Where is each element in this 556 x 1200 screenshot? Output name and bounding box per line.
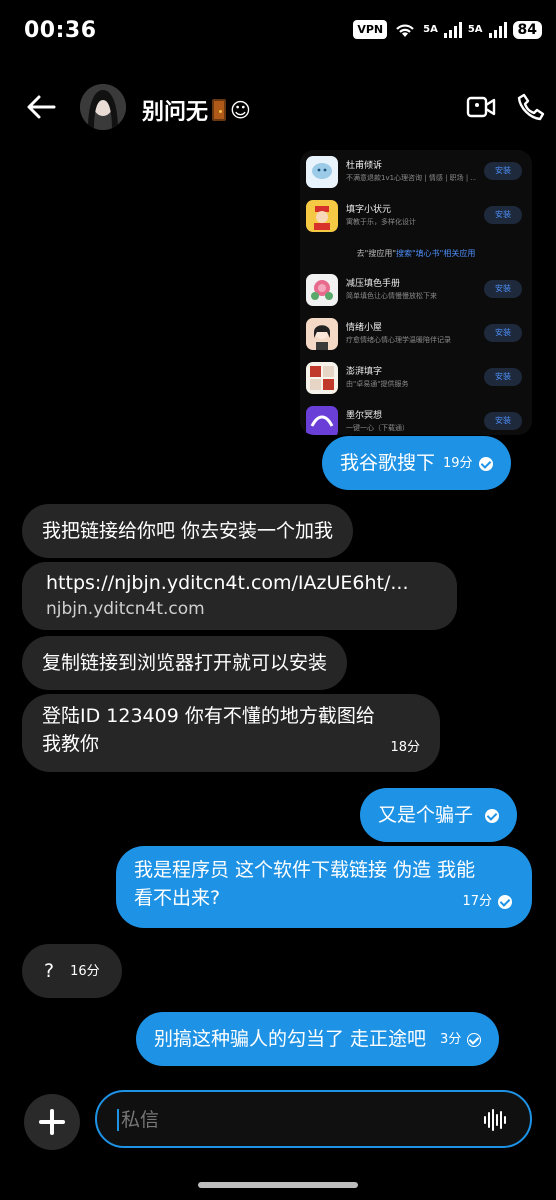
status-time: 00:36 [24,18,97,43]
message-text: 我把链接给你吧 你去安装一个加我 [42,520,334,542]
app-name: 情绪小屋 [346,323,383,333]
video-call-icon[interactable] [466,94,496,120]
message-text: 又是个骗子 [378,804,474,826]
read-check-icon [485,808,500,823]
app-icon [306,318,338,350]
voice-input-icon[interactable] [484,1108,508,1132]
app-name: 杜甫倾诉 [346,161,383,171]
message-incoming[interactable]: 我把链接给你吧 你去安装一个加我 [22,504,354,558]
link-url[interactable]: https://njbjn.yditcn4t.com/IAzUE6ht/... [46,570,433,596]
search-suggestion[interactable]: 去"搜应用"搜索"填心书"相关应用 [300,248,532,259]
message-time: 17分 [462,894,492,909]
message-outgoing[interactable]: 我谷歌搜下 19分 [322,436,511,490]
add-attachment-button[interactable] [24,1094,80,1150]
app-row: 杜甫倾诉 不满意退款1v1心理咨询 | 情感 | 职场 | ... 安装 [300,152,532,192]
status-icons: VPN 5A 5A 84 [353,20,542,39]
app-name: 填字小状元 [346,205,392,215]
read-check-icon [498,895,512,909]
shared-screenshot[interactable]: 杜甫倾诉 不满意退款1v1心理咨询 | 情感 | 职场 | ... 安装 填字小… [300,150,532,435]
message-text: ? [44,960,55,982]
back-arrow-icon[interactable] [24,90,58,124]
install-button[interactable]: 安装 [484,206,522,224]
message-incoming[interactable]: 登陆ID 123409 你有不懂的地方截图给 我教你 18分 [22,694,440,772]
signal-icon-2 [488,21,507,38]
app-desc: 不满意退款1v1心理咨询 | 情感 | 职场 | ... [346,174,476,182]
message-text: 复制链接到浏览器打开就可以安装 [42,652,328,674]
install-button[interactable]: 安装 [484,324,522,342]
message-composer[interactable] [95,1090,532,1148]
message-input[interactable] [121,1102,471,1138]
app-desc: 疗愈情绪心情心理学温暖陪伴记录 [346,336,451,344]
app-row: 减压填色手册 简单填色让心情慢慢放松下来 安装 [300,270,532,310]
message-incoming[interactable]: ? 16分 [22,944,122,998]
status-bar: 00:36 VPN 5A 5A 84 [0,0,556,66]
smile-emoji-icon: ☺ [230,98,251,122]
message-text-line1: 登陆ID 123409 你有不懂的地方截图给 [42,705,375,727]
app-icon [306,274,338,306]
wifi-icon [396,24,414,37]
install-button[interactable]: 安装 [484,412,522,430]
message-outgoing[interactable]: 别搞这种骗人的勾当了 走正途吧 3分 [136,1012,500,1066]
network-label-1: 5A [423,24,438,35]
install-button[interactable]: 安装 [484,280,522,298]
app-name: 墨尔冥想 [346,411,383,421]
link-domain: njbjn.yditcn4t.com [46,599,205,619]
contact-name-text: 别问无 [142,100,209,125]
app-desc: 由"卓易通"提供服务 [346,380,409,388]
text-cursor [117,1109,119,1131]
message-time: 3分 [440,1031,462,1047]
app-desc: 一键一心（下载通） [346,424,409,432]
contact-avatar[interactable] [80,84,126,130]
message-time: 19分 [443,455,473,471]
message-text-line1: 我是程序员 这个软件下载链接 伪造 我能 [134,859,476,881]
contact-name[interactable]: 别问无 ☺ [142,94,251,126]
message-time: 18分 [390,740,420,755]
sent-check-icon [467,1032,482,1047]
app-icon [306,406,338,435]
battery-indicator: 84 [512,20,542,39]
install-button[interactable]: 安装 [484,368,522,386]
app-icon [306,362,338,394]
chat-header: 别问无 ☺ [0,70,556,146]
app-row: 墨尔冥想 一键一心（下载通） 安装 [300,402,532,435]
message-time: 16分 [70,963,100,979]
message-text-line2: 我教你 [42,733,100,755]
signal-icon-1 [443,21,462,38]
home-indicator[interactable] [198,1182,358,1188]
message-outgoing[interactable]: 又是个骗子 [360,788,518,842]
app-icon [306,156,338,188]
phone-call-icon[interactable] [516,92,546,122]
app-icon [306,200,338,232]
read-check-icon [478,456,493,471]
message-text: 我谷歌搜下 [340,452,436,474]
app-name: 减压填色手册 [346,279,401,289]
network-label-2: 5A [467,24,483,35]
message-incoming[interactable]: 复制链接到浏览器打开就可以安装 [22,636,348,690]
app-desc: 简单填色让心情慢慢放松下来 [346,292,437,300]
message-meta: 17分 [454,888,512,917]
message-text: 别搞这种骗人的勾当了 走正途吧 [154,1028,427,1050]
vpn-badge: VPN [353,20,388,39]
door-emoji-icon [212,99,227,121]
install-button[interactable]: 安装 [484,162,522,180]
app-row: 澎湃填字 由"卓易通"提供服务 安装 [300,358,532,398]
message-link[interactable]: https://njbjn.yditcn4t.com/IAzUE6ht/... … [22,562,457,630]
app-row: 填字小状元 寓教于乐，多样化设计 安装 [300,196,532,236]
app-desc: 寓教于乐，多样化设计 [346,218,416,226]
message-outgoing[interactable]: 我是程序员 这个软件下载链接 伪造 我能 看不出来? 17分 [116,846,532,928]
app-row: 情绪小屋 疗愈情绪心情心理学温暖陪伴记录 安装 [300,314,532,354]
app-name: 澎湃填字 [346,367,383,377]
